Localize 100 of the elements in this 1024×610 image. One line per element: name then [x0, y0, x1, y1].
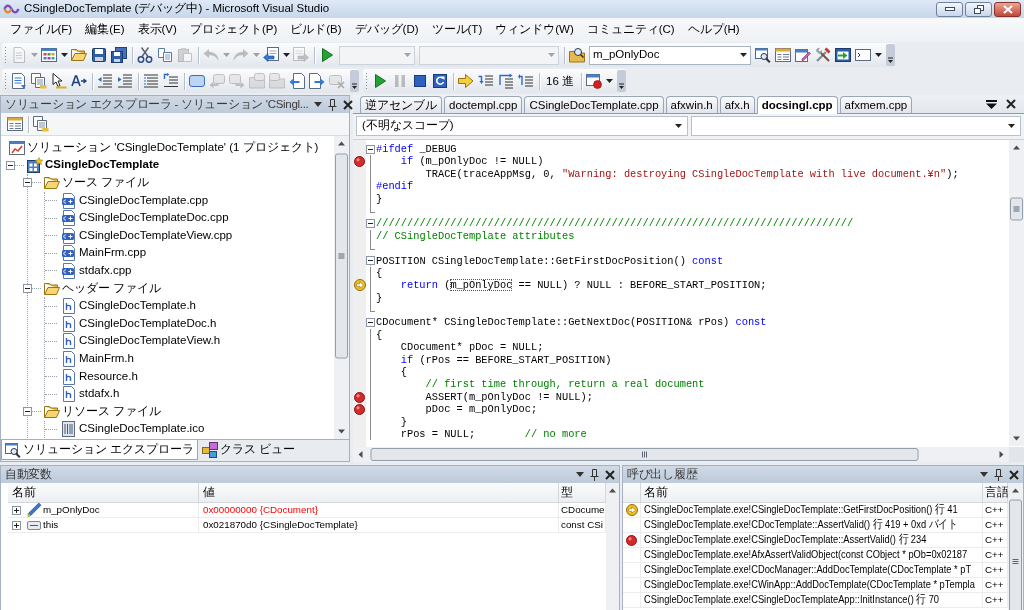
- tree-item[interactable]: CSingleDocTemplate.cpp: [78, 193, 210, 208]
- menu-item[interactable]: ヘルプ(H): [681, 22, 747, 38]
- editor-tab[interactable]: docsingl.cpp: [756, 96, 838, 114]
- lines-arrow-icon[interactable]: [163, 73, 179, 89]
- column-header[interactable]: 名前: [8, 483, 199, 502]
- column-header[interactable]: 名前: [641, 483, 983, 502]
- tree-item[interactable]: CSingleDocTemplate: [44, 158, 161, 173]
- play-icon[interactable]: [372, 73, 388, 89]
- caret-icon[interactable]: [740, 53, 747, 57]
- editor-tab[interactable]: afx.h: [719, 96, 755, 113]
- tab-list-icon[interactable]: [986, 99, 997, 109]
- dropdown-arrow-icon[interactable]: [576, 472, 584, 477]
- breakpoint-icon[interactable]: [354, 156, 365, 168]
- scope-dropdown[interactable]: (不明なスコープ): [356, 116, 688, 136]
- collapse-icon[interactable]: [23, 407, 32, 417]
- grip-icon[interactable]: [365, 72, 368, 90]
- pin-icon[interactable]: [994, 468, 1003, 481]
- menu-item[interactable]: 編集(E): [78, 22, 132, 38]
- tree-item[interactable]: リソース ファイル: [61, 404, 163, 419]
- window-arrow-icon[interactable]: [263, 47, 279, 63]
- vertical-scrollbar[interactable]: [334, 136, 349, 439]
- collapse-icon[interactable]: [23, 178, 32, 188]
- open-folder-icon[interactable]: [71, 47, 87, 63]
- menu-item[interactable]: プロジェクト(P): [183, 22, 284, 38]
- documents-icon[interactable]: [31, 73, 47, 89]
- close-button[interactable]: [994, 1, 1021, 17]
- close-icon[interactable]: [1009, 469, 1019, 480]
- tree-item[interactable]: ソリューション 'CSingleDocTemplate' (1 プロジェクト): [26, 140, 320, 155]
- restart-icon[interactable]: [432, 73, 448, 89]
- menu-item[interactable]: ファイル(F): [3, 22, 79, 38]
- restore-button[interactable]: [965, 1, 992, 17]
- arrow-right-icon[interactable]: [458, 73, 474, 89]
- grip-icon[interactable]: [4, 46, 7, 64]
- vertical-scrollbar[interactable]: [1009, 140, 1024, 446]
- save-icon[interactable]: [91, 47, 107, 63]
- hex-display-button[interactable]: 16 進: [542, 72, 578, 90]
- vertical-scrollbar[interactable]: [1008, 483, 1023, 610]
- breakpoint-icon[interactable]: [354, 391, 365, 403]
- tree-item[interactable]: CSingleDocTemplateDoc.h: [78, 316, 218, 331]
- menu-item[interactable]: デバッグ(D): [348, 22, 426, 38]
- grid-window-icon[interactable]: [41, 47, 57, 63]
- dropdown-field[interactable]: [691, 116, 1021, 136]
- close-icon[interactable]: [605, 469, 615, 480]
- tree-item[interactable]: CSingleDocTemplate.h: [78, 299, 197, 314]
- menu-item[interactable]: コミュニティ(C): [580, 22, 682, 38]
- tree-item[interactable]: CSingleDocTemplateView.cpp: [78, 228, 234, 243]
- indent-icon[interactable]: [117, 73, 133, 89]
- window-pencil-icon[interactable]: [795, 47, 811, 63]
- caret-icon[interactable]: [60, 53, 68, 57]
- editor-tab[interactable]: afxmem.cpp: [839, 96, 913, 113]
- list-window-icon[interactable]: [775, 47, 791, 63]
- dropdown-arrow-icon[interactable]: [314, 102, 323, 107]
- tree-item[interactable]: stdafx.cpp: [78, 264, 133, 278]
- panel-tab[interactable]: ソリューション エクスプローラ: [1, 440, 199, 460]
- tree-item[interactable]: ソース ファイル: [61, 176, 151, 190]
- expand-icon[interactable]: [12, 505, 21, 515]
- caret-icon[interactable]: [605, 79, 613, 83]
- editor-tab[interactable]: CSingleDocTemplate.cpp: [524, 96, 664, 113]
- caret-icon[interactable]: [1008, 124, 1015, 128]
- caret-icon[interactable]: [675, 124, 682, 128]
- stop-icon[interactable]: [412, 73, 428, 89]
- copy-icon[interactable]: [157, 47, 173, 63]
- tree-item[interactable]: MainFrm.h: [78, 352, 135, 366]
- tree-item[interactable]: Resource.h: [78, 369, 139, 384]
- collapse-icon[interactable]: [6, 160, 15, 170]
- editor-tab[interactable]: doctempl.cpp: [444, 96, 523, 113]
- dropdown-field[interactable]: m_pOnlyDoc: [589, 45, 751, 65]
- tree-item[interactable]: CSingleDocTemplateDoc.cpp: [78, 211, 230, 226]
- breakpoint-window-icon[interactable]: [586, 73, 602, 89]
- caret-icon[interactable]: [282, 53, 290, 57]
- minimize-button[interactable]: [936, 1, 963, 17]
- vertical-scrollbar[interactable]: [606, 483, 619, 610]
- collapse-icon[interactable]: [366, 219, 375, 229]
- window-search-icon[interactable]: [755, 47, 771, 63]
- list-window-icon[interactable]: [7, 116, 23, 132]
- step-out-icon[interactable]: [518, 73, 534, 89]
- document-arrow-icon[interactable]: [289, 73, 305, 89]
- menu-item[interactable]: 表示(V): [131, 22, 184, 38]
- console-window-icon[interactable]: [855, 47, 871, 63]
- tree-item[interactable]: ヘッダー ファイル: [61, 281, 163, 296]
- document-list-icon[interactable]: [11, 73, 27, 89]
- save-all-icon[interactable]: [111, 47, 127, 63]
- dropdown-arrow-icon[interactable]: [980, 472, 988, 477]
- step-over-icon[interactable]: [498, 73, 514, 89]
- letter-arrow-icon[interactable]: [71, 73, 87, 89]
- collapse-icon[interactable]: [366, 144, 375, 154]
- grip-icon[interactable]: [4, 72, 7, 90]
- toolbar-overflow-icon[interactable]: [350, 70, 359, 92]
- wrench-hammer-icon[interactable]: [815, 47, 831, 63]
- column-header[interactable]: 値: [199, 483, 559, 502]
- documents-icon[interactable]: [33, 116, 49, 132]
- close-icon[interactable]: [343, 99, 354, 110]
- editor-tab[interactable]: 逆アセンブル: [360, 96, 442, 113]
- tree-item[interactable]: MainFrm.cpp: [78, 246, 148, 261]
- close-icon[interactable]: [1006, 99, 1016, 109]
- pin-icon[interactable]: [590, 468, 599, 481]
- document-arrow-icon[interactable]: [309, 73, 325, 89]
- collapse-icon[interactable]: [366, 256, 375, 266]
- play-icon[interactable]: [319, 47, 335, 63]
- pin-icon[interactable]: [328, 98, 338, 111]
